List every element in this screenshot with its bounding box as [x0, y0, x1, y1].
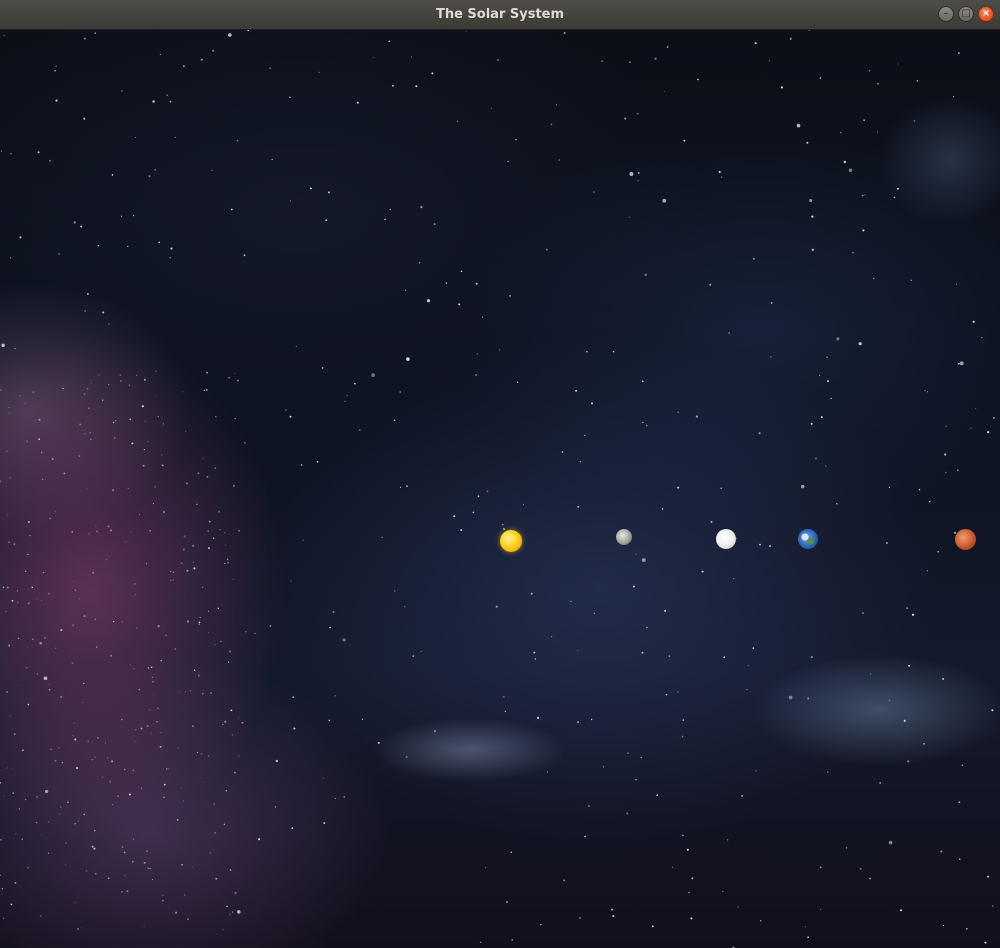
solar-system-canvas[interactable] [0, 30, 1000, 948]
mars-icon [955, 529, 976, 550]
earth-icon [798, 529, 818, 549]
window-controls: – □ × [938, 6, 994, 22]
sun-icon [500, 530, 522, 552]
minimize-button[interactable]: – [938, 6, 954, 22]
window-title: The Solar System [435, 7, 565, 22]
close-button[interactable]: × [978, 6, 994, 22]
title-bar[interactable]: The Solar System – □ × [0, 0, 1000, 30]
mercury-icon [616, 529, 632, 545]
venus-icon [716, 529, 736, 549]
app-window: The Solar System – □ × [0, 0, 1000, 948]
maximize-button[interactable]: □ [958, 6, 974, 22]
starfield-background [0, 30, 995, 948]
